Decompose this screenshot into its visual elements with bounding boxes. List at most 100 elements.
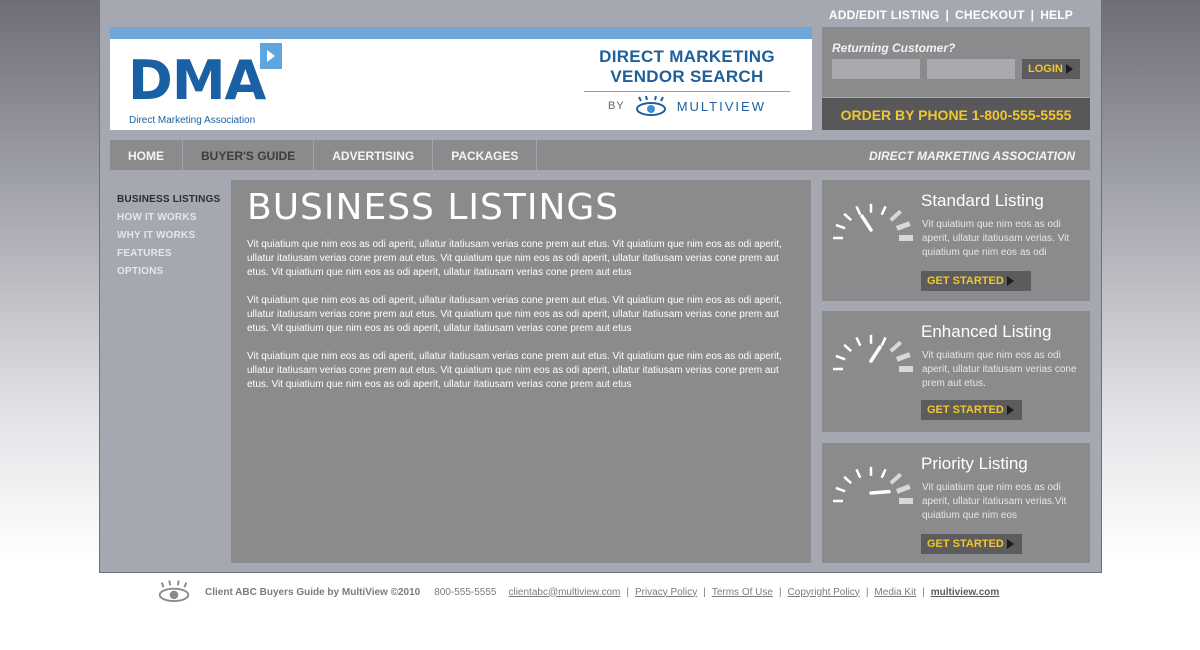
page-title: BUSINESS LISTINGS	[247, 187, 620, 228]
listing-card-standard: Standard Listing Vit quiatium que nim eo…	[822, 180, 1090, 301]
help-link[interactable]: HELP	[1040, 8, 1073, 22]
password-field[interactable]	[927, 59, 1015, 79]
username-field[interactable]	[832, 59, 920, 79]
login-button-label: LOGIN	[1028, 63, 1063, 75]
gauge-tick	[843, 212, 853, 222]
get-started-label: GET STARTED	[927, 404, 1004, 416]
get-started-button[interactable]: GET STARTED	[921, 271, 1031, 291]
gauge-needle	[860, 214, 873, 232]
body-paragraph: Vit quiatium que nim eos as odi aperit, …	[247, 351, 782, 390]
gauge-needle	[869, 489, 891, 495]
order-by-phone-banner: ORDER BY PHONE 1-800-555-5555	[822, 98, 1090, 130]
gauge-tick	[889, 472, 903, 485]
listing-card-priority: Priority Listing Vit quiatium que nim eo…	[822, 443, 1090, 563]
gauge-tick	[880, 336, 887, 347]
gauge-tick	[835, 486, 846, 493]
gauge-needle	[869, 345, 882, 363]
gauge-tick	[855, 468, 862, 479]
listing-title: Enhanced Listing	[921, 322, 1052, 341]
footer-credit: Client ABC Buyers Guide by MultiView ©20…	[205, 586, 421, 598]
footer-site-link[interactable]: multiview.com	[931, 587, 1000, 598]
gauge-tick	[843, 475, 853, 485]
nav-home[interactable]: HOME	[110, 140, 183, 170]
arrow-right-icon	[1065, 64, 1073, 75]
dma-logo-word: DMA	[128, 49, 266, 112]
listing-title: Standard Listing	[921, 191, 1044, 210]
gauge-icon	[833, 334, 913, 372]
arrow-right-icon	[1006, 276, 1014, 287]
dma-logo-tagline: Direct Marketing Association	[129, 115, 256, 126]
multiview-eye-icon	[635, 96, 666, 116]
sidemenu-why-it-works[interactable]: WHY IT WORKS	[117, 230, 220, 248]
get-started-label: GET STARTED	[927, 275, 1004, 287]
gauge-tick	[880, 205, 887, 216]
checkout-link[interactable]: CHECKOUT	[955, 8, 1025, 22]
sidemenu-features[interactable]: FEATURES	[117, 248, 220, 266]
listing-title: Priority Listing	[921, 454, 1028, 473]
get-started-button[interactable]: GET STARTED	[921, 534, 1022, 554]
footer-phone: 800-555-5555	[434, 586, 497, 598]
separator: |	[865, 586, 869, 598]
gauge-tick	[895, 221, 911, 231]
vendor-title-line2: VENDOR SEARCH	[610, 67, 764, 86]
nav-advertising[interactable]: ADVERTISING	[314, 140, 434, 170]
separator: |	[626, 586, 629, 598]
add-edit-listing-link[interactable]: ADD/EDIT LISTING	[829, 8, 940, 22]
main-nav: HOME BUYER'S GUIDE ADVERTISING PACKAGES …	[110, 140, 1090, 170]
sidemenu-how-it-works[interactable]: HOW IT WORKS	[117, 212, 220, 230]
gauge-tick	[843, 343, 853, 353]
gauge-tick	[835, 223, 846, 230]
main-content: BUSINESS LISTINGS Vit quiatium que nim e…	[231, 180, 811, 563]
multiview-wordmark: MULTIVIEW	[676, 98, 766, 114]
arrow-right-icon	[1006, 539, 1014, 550]
top-links: ADD/EDIT LISTING | CHECKOUT | HELP	[829, 8, 1073, 22]
gauge-tick	[835, 354, 846, 361]
separator: |	[922, 586, 925, 598]
gauge-tick	[895, 484, 911, 494]
play-icon	[260, 43, 282, 69]
login-button[interactable]: LOGIN	[1022, 59, 1080, 79]
vendor-search-logo: DIRECT MARKETING VENDOR SEARCH BY MULTIV…	[584, 47, 790, 116]
gauge-tick	[880, 468, 887, 479]
footer-privacy-link[interactable]: Privacy Policy	[635, 587, 697, 598]
footer-mediakit-link[interactable]: Media Kit	[874, 587, 916, 598]
separator: |	[703, 586, 706, 598]
get-started-label: GET STARTED	[927, 538, 1004, 550]
footer-copyright-link[interactable]: Copyright Policy	[788, 587, 860, 598]
listing-card-enhanced: Enhanced Listing Vit quiatium que nim eo…	[822, 311, 1090, 432]
dma-logo[interactable]: DMA Direct Marketing Association	[128, 43, 288, 126]
page-frame: ADD/EDIT LISTING | CHECKOUT | HELP DMA Direc…	[99, 0, 1102, 573]
footer-email-link[interactable]: clientabc@multiview.com	[508, 587, 620, 598]
footer: Client ABC Buyers Guide by MultiView ©20…	[155, 580, 999, 604]
login-panel: Returning Customer? LOGIN	[822, 27, 1090, 97]
listing-description: Vit quiatium que nim eos as odi aperit, …	[922, 350, 1077, 389]
separator: |	[778, 586, 782, 598]
returning-customer-label: Returning Customer?	[832, 41, 956, 55]
get-started-button[interactable]: GET STARTED	[921, 400, 1022, 420]
vendor-title-line1: DIRECT MARKETING	[599, 47, 775, 66]
multiview-eye-icon	[158, 580, 190, 602]
nav-association-label: DIRECT MARKETING ASSOCIATION	[869, 149, 1075, 163]
sidemenu-options[interactable]: OPTIONS	[117, 266, 220, 284]
sidemenu-business-listings[interactable]: BUSINESS LISTINGS	[117, 194, 220, 212]
body-paragraph: Vit quiatium que nim eos as odi aperit, …	[247, 239, 782, 278]
divider	[584, 91, 790, 92]
by-label: BY	[608, 100, 625, 112]
nav-packages[interactable]: PACKAGES	[433, 140, 538, 170]
body-paragraph: Vit quiatium que nim eos as odi aperit, …	[247, 295, 782, 334]
gauge-tick	[889, 340, 903, 353]
header-banner: DMA Direct Marketing Association DIRECT …	[110, 27, 812, 130]
listing-description: Vit quiatium que nim eos as odi aperit, …	[922, 219, 1070, 258]
gauge-tick	[855, 336, 862, 347]
gauge-icon	[833, 203, 913, 241]
separator: |	[1030, 8, 1035, 22]
nav-buyers-guide[interactable]: BUYER'S GUIDE	[183, 140, 315, 170]
footer-terms-link[interactable]: Terms Of Use	[712, 587, 773, 598]
separator: |	[945, 8, 950, 22]
gauge-tick	[855, 205, 862, 216]
gauge-tick	[889, 209, 903, 222]
arrow-right-icon	[1006, 405, 1014, 416]
side-menu: BUSINESS LISTINGS HOW IT WORKS WHY IT WO…	[117, 194, 220, 284]
gauge-icon	[833, 466, 913, 504]
listing-description: Vit quiatium que nim eos as odi aperit, …	[922, 482, 1067, 521]
